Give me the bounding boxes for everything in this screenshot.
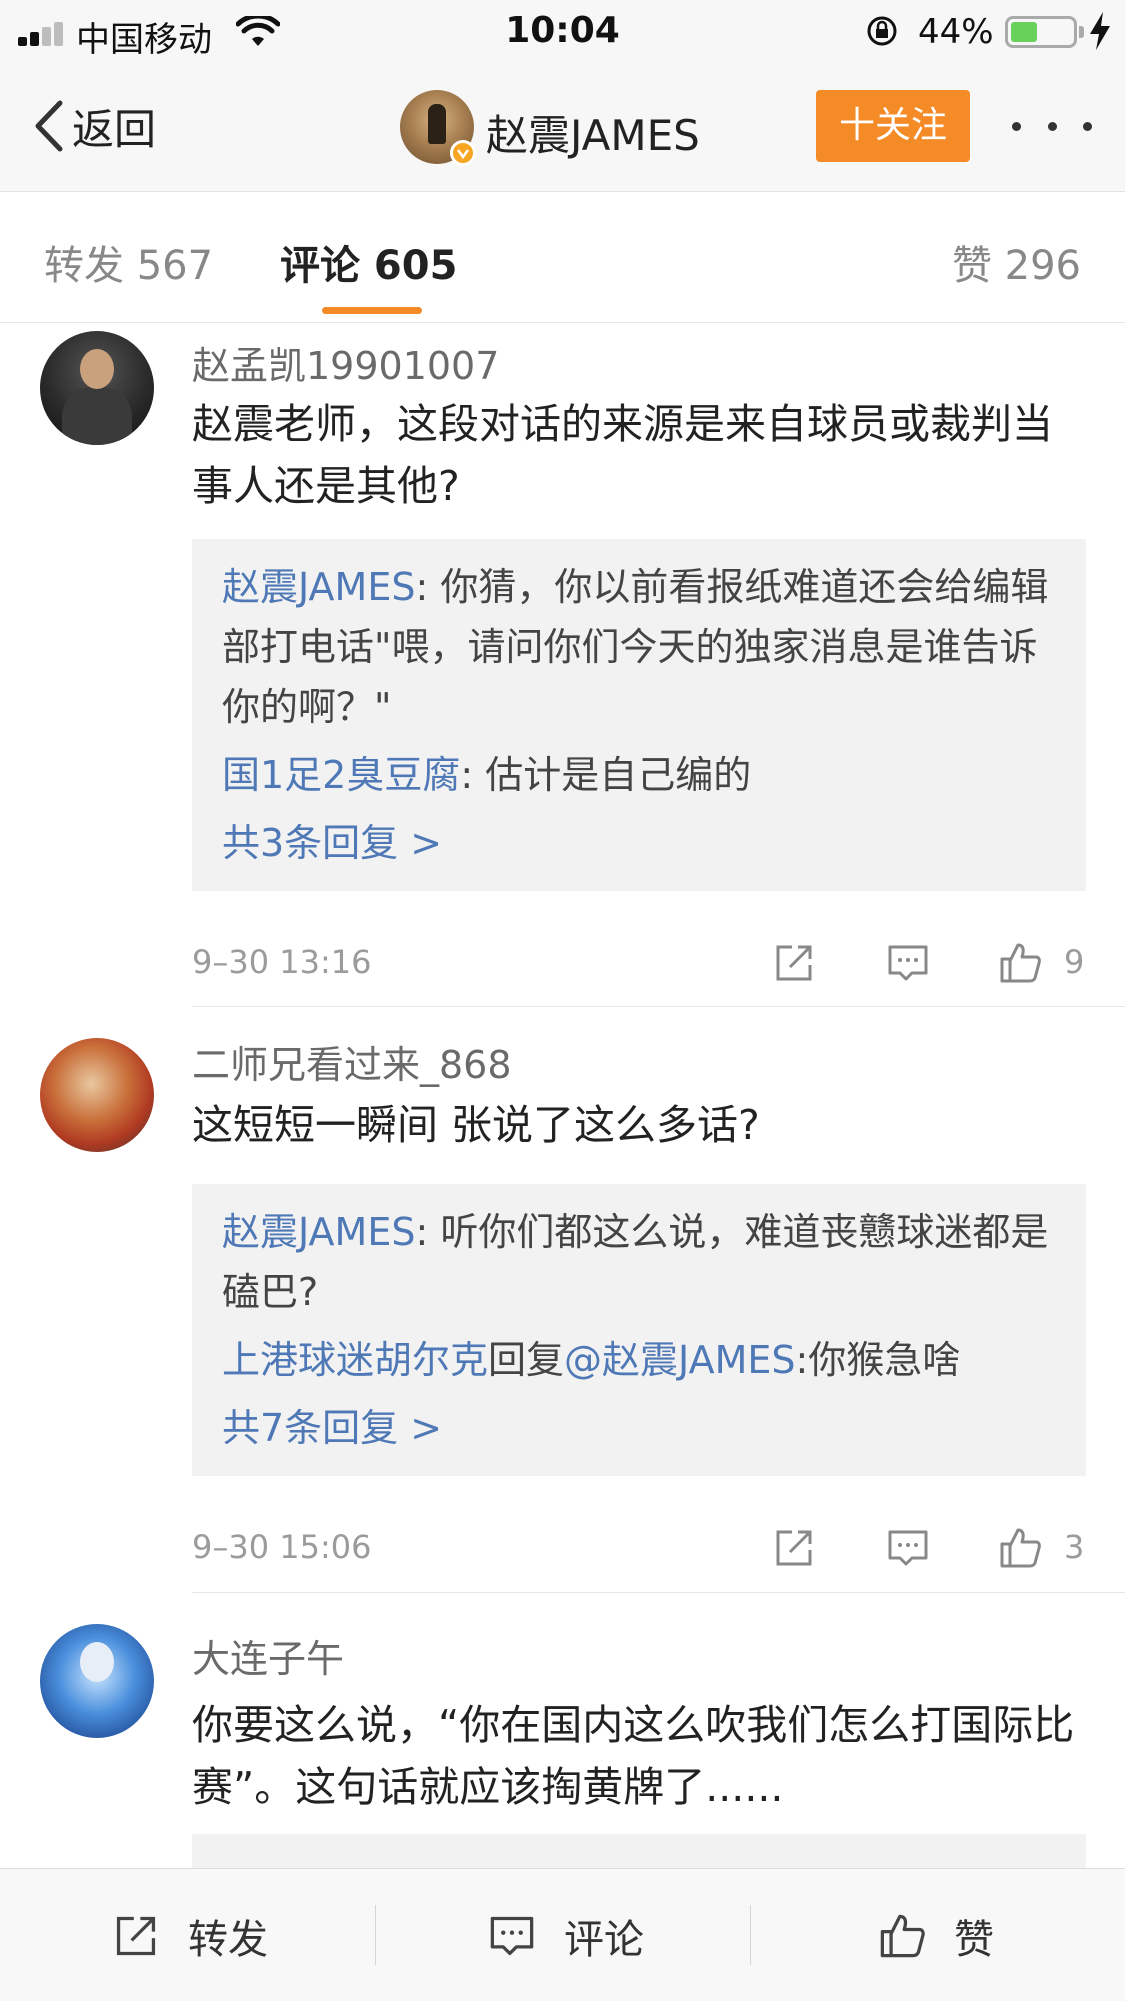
tab-repost[interactable]: 转发 567 (44, 233, 213, 291)
comment-time: 9–30 15:06 (192, 1528, 372, 1566)
tab-bar: 转发 567 评论 605 赞 296 (0, 193, 1125, 323)
comment-divider (192, 1592, 1125, 1593)
tab-comment[interactable]: 评论 605 (280, 233, 457, 291)
comment-divider (192, 1006, 1125, 1007)
active-tab-indicator (322, 307, 422, 314)
back-label: 返回 (72, 104, 157, 154)
like-label: 赞 (954, 1916, 994, 1963)
comment-username[interactable]: 大连子午 (192, 1628, 344, 1683)
tab-like[interactable]: 赞 296 (952, 233, 1081, 291)
like-button[interactable]: 赞 (878, 1869, 994, 2001)
avatar[interactable] (40, 1624, 154, 1738)
avatar[interactable] (40, 331, 154, 445)
reply-item: 赵震JAMES: 你猜，你以前看报纸难道还会给编辑部打电话"喂，请问你们今天的独… (222, 557, 1056, 737)
toolbar-divider (750, 1905, 751, 1965)
chevron-left-icon (35, 100, 63, 152)
comment-text: 赵震老师，这段对话的来源是来自球员或裁判当事人还是其他? (192, 400, 1053, 510)
avatar[interactable] (40, 1038, 154, 1152)
thumbs-up-icon[interactable] (998, 1526, 1042, 1570)
comment-label: 评论 (564, 1916, 644, 1963)
battery-tip (1079, 26, 1084, 38)
reply-item: 国1足2臭豆腐: 估计是自己编的 (222, 745, 1056, 805)
charging-icon (1090, 12, 1110, 50)
battery-icon (1005, 16, 1077, 48)
comment-icon[interactable] (886, 1526, 930, 1570)
reply-username[interactable]: 国1足2臭豆腐 (222, 753, 460, 797)
bottom-toolbar: 转发 评论 赞 (0, 1868, 1125, 2001)
comment-username[interactable]: 赵孟凯19901007 (192, 335, 499, 390)
toolbar-divider (375, 1905, 376, 1965)
reply-box[interactable]: 赵震JAMES: 听你们都这么说，难道丧戆球迷都是磕巴? 上港球迷胡尔克回复@赵… (192, 1184, 1086, 1476)
comment-icon[interactable] (886, 941, 930, 985)
reply-separator: : (415, 565, 441, 609)
back-button[interactable]: 返回 (32, 96, 156, 156)
reply-text: 你猴急啥 (808, 1338, 961, 1382)
status-bar: 中国移动 10:04 44% (0, 0, 1125, 60)
reply-item: 上港球迷胡尔克回复@赵震JAMES:你猴急啥 (222, 1330, 1056, 1390)
comment-button[interactable]: 评论 (488, 1869, 644, 2001)
comment-text: 你要这么说，“你在国内这么吹我们怎么打国际比赛”。这句话就应该掏黄牌了.....… (192, 1701, 1075, 1811)
reply-username[interactable]: 赵震JAMES (222, 1210, 415, 1254)
reply-box[interactable]: 赵震JAMES: 你猜，你以前看报纸难道还会给编辑部打电话"喂，请问你们今天的独… (192, 539, 1086, 891)
like-count: 9 (1064, 943, 1085, 981)
share-icon[interactable] (772, 1526, 816, 1570)
more-replies-link[interactable]: 共3条回复 > (222, 813, 1056, 873)
follow-button[interactable]: 十关注 (816, 90, 970, 162)
comment-username[interactable]: 二师兄看过来_868 (192, 1034, 512, 1089)
like-count: 3 (1064, 1528, 1085, 1566)
reply-mention[interactable]: @赵震JAMES (564, 1338, 795, 1382)
reply-username[interactable]: 赵震JAMES (222, 565, 415, 609)
rotation-lock-icon (867, 16, 897, 46)
more-options-icon[interactable] (1012, 114, 1092, 138)
reply-item: 赵震JAMES: 听你们都这么说，难道丧戆球迷都是磕巴? (222, 1202, 1056, 1322)
page-title[interactable]: 赵震JAMES (486, 102, 700, 163)
more-replies-link[interactable]: 共7条回复 > (222, 1398, 1056, 1458)
comment-meta: 9–30 13:16 9 (192, 935, 1086, 991)
comment-text: 这短短一瞬间 张说了这么多话? (192, 1101, 760, 1149)
share-icon (116, 1916, 156, 1955)
thumbs-up-icon[interactable] (998, 941, 1042, 985)
share-icon[interactable] (772, 941, 816, 985)
reply-separator: : (795, 1338, 809, 1382)
reply-username[interactable]: 上港球迷胡尔克 (222, 1338, 488, 1382)
author-avatar[interactable] (400, 90, 476, 166)
repost-button[interactable]: 转发 (112, 1869, 268, 2001)
nav-bar: 返回 赵震JAMES 十关注 (0, 60, 1125, 192)
reply-text: 估计是自己编的 (485, 753, 752, 797)
comment-meta: 9–30 15:06 3 (192, 1520, 1086, 1576)
reply-separator: : (415, 1210, 441, 1254)
battery-percent: 44% (918, 12, 994, 52)
verified-badge-icon (450, 140, 476, 166)
repost-label: 转发 (188, 1916, 268, 1963)
thumbs-up-icon (880, 1914, 925, 1957)
comment-icon (490, 1916, 534, 1955)
reply-verb: 回复 (488, 1338, 565, 1382)
comment-time: 9–30 13:16 (192, 943, 372, 981)
reply-separator: : (460, 753, 486, 797)
